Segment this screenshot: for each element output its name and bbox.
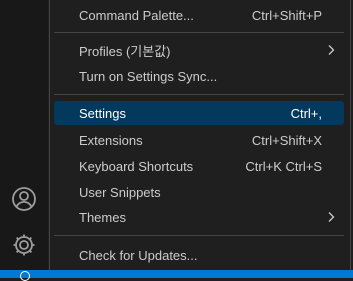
menu-item-check-for-updates[interactable]: Check for Updates... [54,243,344,267]
menu-separator [54,32,344,33]
menu-item-turn-on-settings-sync[interactable]: Turn on Settings Sync... [54,64,344,88]
activity-bar [0,0,48,270]
menu-item-label: Check for Updates... [79,247,198,263]
menu-separator [54,94,344,95]
menu-item-keybinding: Ctrl+Shift+X [251,132,322,148]
manage-menu: Command Palette... Ctrl+Shift+P Profiles… [49,0,351,270]
menu-item-label: User Snippets [79,184,161,200]
menu-item-command-palette[interactable]: Command Palette... Ctrl+Shift+P [54,3,344,27]
menu-item-user-snippets[interactable]: User Snippets [54,180,344,204]
manage-gear-icon[interactable] [10,231,38,259]
menu-item-label: Turn on Settings Sync... [79,68,218,84]
chevron-right-icon [326,211,336,223]
menu-item-profiles[interactable]: Profiles (기본값) [54,38,344,62]
accounts-icon[interactable] [10,185,38,213]
menu-item-keybinding: Ctrl+Shift+P [251,7,322,23]
menu-item-themes[interactable]: Themes [54,205,344,229]
status-bar [0,270,353,281]
menu-item-keyboard-shortcuts[interactable]: Keyboard Shortcuts Ctrl+K Ctrl+S [54,154,344,178]
menu-item-keybinding: Ctrl+K Ctrl+S [245,158,322,174]
menu-separator [54,235,344,236]
menu-item-label: Keyboard Shortcuts [79,158,194,174]
menu-item-label: Extensions [79,132,143,148]
remote-indicator-icon[interactable] [20,271,30,281]
menu-item-label: Settings [79,105,126,121]
menu-item-settings[interactable]: Settings Ctrl+, [54,101,344,125]
menu-item-label: Command Palette... [79,7,194,23]
menu-item-label: Themes [79,209,126,225]
menu-item-extensions[interactable]: Extensions Ctrl+Shift+X [54,128,344,152]
chevron-right-icon [326,44,336,56]
menu-item-keybinding: Ctrl+, [290,105,322,121]
menu-item-label: Profiles (기본값) [79,43,171,59]
